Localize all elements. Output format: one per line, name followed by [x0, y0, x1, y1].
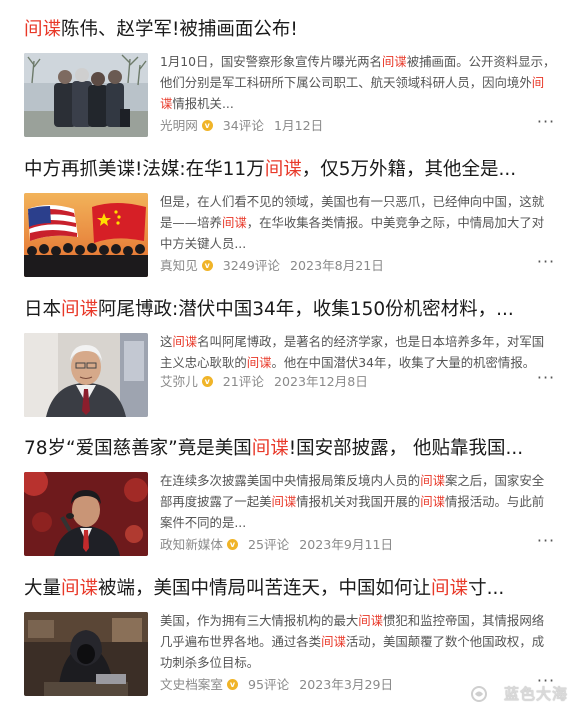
keyword-highlight: 间谍 [264, 159, 302, 180]
keyword-highlight: 间谍 [246, 355, 272, 370]
portrait-photo-icon [24, 333, 148, 417]
article-meta: 政知新媒体 v 25评论 2023年9月11日 [160, 534, 556, 554]
keyword-highlight: 间谍 [61, 578, 99, 599]
article-comments[interactable]: 3249评论 [223, 256, 280, 276]
article-title[interactable]: 中方再抓美谍!法媒:在华11万间谍，仅5万外籍，其他全是... [24, 155, 556, 185]
article-summary: 1月10日，国安警察形象宣传片曝光两名间谍被捕画面。公开资料显示，他们分别是军工… [160, 51, 556, 114]
keyword-highlight: 间谍 [221, 215, 247, 230]
article-meta: 艾弥儿 v 21评论 2023年12月8日 [160, 371, 556, 391]
article-thumbnail[interactable] [24, 53, 148, 137]
article-comments[interactable]: 21评论 [223, 372, 264, 392]
text-segment: 情报机关... [172, 96, 234, 111]
text-segment: 这 [160, 334, 173, 349]
article-source[interactable]: 文史档案室 [160, 675, 223, 695]
article-thumbnail[interactable] [24, 612, 148, 696]
keyword-highlight: 间谍 [358, 613, 384, 628]
text-segment: 1月10日，国安警察形象宣传片曝光两名 [160, 54, 382, 69]
text-segment: 。他在中国潜伏34年，收集了大量的机密情报。 [271, 355, 536, 370]
article-source[interactable]: 真知见 [160, 256, 198, 276]
text-segment: 陈伟、赵学军!被捕画面公布! [61, 19, 298, 40]
text-segment: 大量 [24, 578, 62, 599]
article-date: 1月12日 [274, 117, 324, 133]
verified-badge-icon: v [201, 376, 213, 387]
text-segment: 美国，作为拥有三大情报机构的最大 [160, 613, 359, 628]
article-source[interactable]: 光明网 [160, 116, 198, 136]
article-title[interactable]: 大量间谍被端，美国中情局叫苦连天，中国如何让间谍寸... [24, 574, 556, 604]
article-title[interactable]: 日本间谍阿尾博政:潜伏中国34年，收集150份机密材料，... [24, 295, 556, 325]
keyword-highlight: 间谍 [321, 634, 346, 649]
more-options-icon[interactable]: ··· [536, 370, 556, 391]
article-date: 2023年8月21日 [290, 257, 384, 273]
article-summary: 在连续多次披露美国中央情报局策反境内人员的间谍案之后，国家安全部再度披露了一起美… [160, 470, 556, 533]
article-comments[interactable]: 25评论 [248, 535, 289, 555]
watermark: 蓝色大海 [503, 685, 568, 703]
article-summary: 但是，在人们看不见的领域，美国也有一只恶爪，已经伸向中国，这就是——培养间谍，在… [160, 191, 556, 254]
text-segment: 78岁“爱国慈善家”竟是美国 [24, 438, 252, 459]
text-segment: !国安部披露， 他贴靠我国... [288, 438, 524, 459]
article-source[interactable]: 政知新媒体 [160, 535, 223, 555]
article-date: 2023年9月11日 [299, 536, 394, 552]
text-segment: 中方再抓美谍!法媒:在华11万 [24, 159, 265, 180]
keyword-highlight: 间谍 [420, 473, 445, 488]
article-meta: 真知见 v 3249评论 2023年8月21日 [160, 255, 556, 275]
article-card[interactable]: 中方再抓美谍!法媒:在华11万间谍，仅5万外籍，其他全是... 但是，在人们看不… [24, 155, 556, 295]
more-options-icon[interactable]: ··· [536, 254, 556, 275]
text-segment: 阿尾博政:潜伏中国34年，收集150份机密材料，... [98, 299, 514, 320]
verified-badge-icon: v [201, 120, 213, 131]
article-title[interactable]: 间谍陈伟、赵学军!被捕画面公布! [24, 15, 556, 45]
verified-badge-icon: v [226, 679, 238, 690]
text-segment: 日本 [24, 299, 62, 320]
keyword-highlight: 间谍 [24, 19, 62, 40]
text-segment: 在连续多次披露美国中央情报局策反境内人员的 [160, 473, 421, 488]
article-date: 2023年3月29日 [299, 676, 394, 692]
speaker-photo-icon [24, 472, 148, 556]
keyword-highlight: 间谍 [431, 578, 469, 599]
article-thumbnail[interactable] [24, 472, 148, 556]
keyword-highlight: 间谍 [420, 494, 445, 509]
keyword-highlight: 间谍 [172, 334, 198, 349]
keyword-highlight: 间谍 [61, 299, 99, 320]
article-comments[interactable]: 95评论 [248, 675, 289, 695]
more-options-icon[interactable]: ··· [536, 114, 556, 135]
watermark-logo-icon [471, 686, 487, 702]
verified-badge-icon: v [201, 260, 213, 271]
text-segment: 情报机关对我国开展的 [296, 494, 421, 509]
article-card[interactable]: 78岁“爱国慈善家”竟是美国间谍!国安部披露， 他贴靠我国... 在连续多次披露… [24, 434, 556, 574]
article-source[interactable]: 艾弥儿 [160, 372, 198, 392]
article-thumbnail[interactable] [24, 333, 148, 417]
flags-photo-icon [24, 193, 148, 277]
arrest-photo-icon [24, 53, 148, 137]
article-thumbnail[interactable] [24, 193, 148, 277]
text-segment: ，仅5万外籍，其他全是... [301, 159, 517, 180]
hooded-figure-photo-icon [24, 612, 148, 696]
article-card[interactable]: 日本间谍阿尾博政:潜伏中国34年，收集150份机密材料，... 这间谍名叫阿尾博… [24, 295, 556, 435]
keyword-highlight: 间谍 [271, 494, 297, 509]
article-summary: 美国，作为拥有三大情报机构的最大间谍惯犯和监控帝国，其情报网络几乎遍布世界各地。… [160, 610, 556, 673]
keyword-highlight: 间谍 [381, 54, 407, 69]
article-meta: 光明网 v 34评论 1月12日 [160, 115, 556, 135]
article-title[interactable]: 78岁“爱国慈善家”竟是美国间谍!国安部披露， 他贴靠我国... [24, 434, 556, 464]
text-segment: 寸... [468, 578, 505, 599]
text-segment: 被端，美国中情局叫苦连天，中国如何让 [98, 578, 432, 599]
article-card[interactable]: 间谍陈伟、赵学军!被捕画面公布! 1月10日，国安警察形象宣传片曝光两名间谍被捕… [24, 15, 556, 155]
keyword-highlight: 间谍 [251, 438, 289, 459]
more-options-icon[interactable]: ··· [536, 533, 556, 554]
article-meta: 文史档案室 v 95评论 2023年3月29日 [160, 674, 556, 694]
article-comments[interactable]: 34评论 [223, 116, 264, 136]
article-date: 2023年12月8日 [274, 373, 368, 389]
verified-badge-icon: v [226, 539, 238, 550]
